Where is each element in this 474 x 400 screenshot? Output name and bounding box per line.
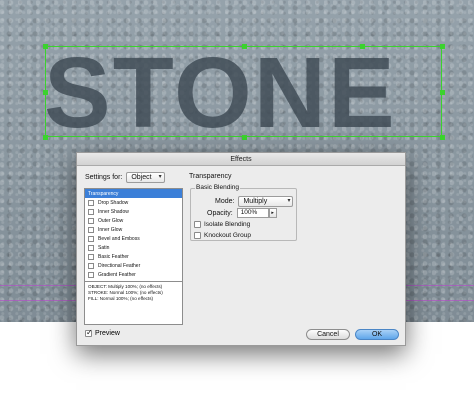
effect-checkbox[interactable] (88, 263, 94, 270)
settings-for-label: Settings for: (85, 174, 123, 181)
effects-list-item[interactable]: Basic Feather (85, 253, 182, 262)
effect-checkbox[interactable] (88, 217, 94, 224)
opacity-value: 100% (240, 209, 258, 216)
summary-line: FILL: Normal 100%; (no effects) (88, 296, 154, 301)
isolate-blending-checkbox[interactable] (194, 221, 201, 228)
effects-list-item-label: Gradient Feather (98, 272, 136, 279)
chevron-down-icon: ▾ (158, 174, 162, 180)
effects-list-item-label: Inner Glow (98, 226, 123, 233)
preview-label: Preview (95, 330, 120, 337)
effects-list-item-label: Basic Feather (98, 254, 129, 261)
knockout-group-label: Knockout Group (204, 232, 251, 239)
isolate-blending-option[interactable]: Isolate Blending (194, 221, 250, 228)
opacity-field[interactable]: 100% ▸ (236, 208, 277, 218)
selection-handle[interactable] (440, 44, 445, 49)
effects-list-item[interactable]: Directional Feather (85, 262, 182, 271)
effect-checkbox[interactable] (88, 272, 94, 279)
effects-list-item[interactable]: Transparency (85, 189, 182, 199)
effect-checkbox[interactable] (88, 245, 94, 252)
panel-title: Transparency (189, 173, 232, 180)
knockout-group-checkbox[interactable] (194, 232, 201, 239)
mode-label: Mode: (215, 198, 235, 205)
settings-for-select[interactable]: Object ▾ (126, 172, 165, 183)
effects-list-item-label: Transparency (88, 190, 119, 197)
selection-handle[interactable] (242, 44, 247, 49)
effects-list-item[interactable]: Inner Glow (85, 225, 182, 234)
effects-summary: OBJECT: Multiply 100%; (no effects) STROK… (84, 281, 183, 325)
selection-handle[interactable] (242, 135, 247, 140)
opacity-row: Opacity: 100% ▸ (207, 208, 277, 218)
selection-bounding-box[interactable] (43, 44, 445, 140)
preview-checkbox[interactable] (85, 328, 93, 337)
opacity-label: Opacity: (207, 209, 233, 217)
effects-list-item[interactable]: Satin (85, 244, 182, 253)
mode-row: Mode: Multiply ▾ (215, 196, 294, 207)
effect-checkbox[interactable] (88, 254, 94, 261)
mode-value: Multiply (243, 198, 268, 205)
effect-checkbox[interactable] (88, 208, 94, 215)
chevron-down-icon: ▾ (287, 198, 291, 204)
effects-list-item[interactable]: Inner Shadow (85, 207, 182, 216)
selection-handle[interactable] (360, 44, 365, 49)
selection-handle[interactable] (43, 44, 48, 49)
cancel-button[interactable]: Cancel (306, 329, 350, 340)
effects-list-item-label: Bevel and Emboss (98, 236, 140, 243)
effect-checkbox[interactable] (88, 199, 94, 206)
selection-handle[interactable] (43, 90, 48, 95)
effects-list-item-label: Drop Shadow (98, 199, 129, 206)
selection-handle[interactable] (440, 90, 445, 95)
isolate-blending-label: Isolate Blending (204, 221, 251, 228)
effects-dialog: Effects Settings for: Object ▾ Transpare… (76, 152, 406, 346)
effects-list-item-label: Inner Shadow (98, 208, 129, 215)
effects-list-item-label: Satin (98, 245, 110, 252)
basic-blending-title: Basic Blending (195, 184, 240, 191)
ok-button[interactable]: OK (355, 329, 399, 340)
selection-handle[interactable] (43, 135, 48, 140)
selection-handle[interactable] (440, 135, 445, 140)
effects-list-item-label: Outer Glow (98, 217, 124, 224)
mode-select[interactable]: Multiply ▾ (238, 196, 294, 207)
knockout-group-option[interactable]: Knockout Group (194, 232, 251, 239)
dialog-title[interactable]: Effects (77, 153, 405, 166)
preview-option[interactable]: Preview (85, 328, 120, 337)
opacity-dropdown-icon[interactable]: ▸ (268, 208, 277, 218)
effect-checkbox[interactable] (88, 226, 94, 233)
effect-checkbox[interactable] (88, 236, 94, 243)
effects-list-item[interactable]: Bevel and Emboss (85, 234, 182, 243)
effects-list-item[interactable]: Drop Shadow (85, 198, 182, 207)
effects-list-item[interactable]: Outer Glow (85, 216, 182, 225)
settings-for-row: Settings for: Object ▾ (85, 172, 165, 183)
effects-list-item[interactable]: Gradient Feather (85, 271, 182, 280)
settings-for-value: Object (131, 174, 152, 181)
effects-list-item-label: Directional Feather (98, 263, 141, 270)
